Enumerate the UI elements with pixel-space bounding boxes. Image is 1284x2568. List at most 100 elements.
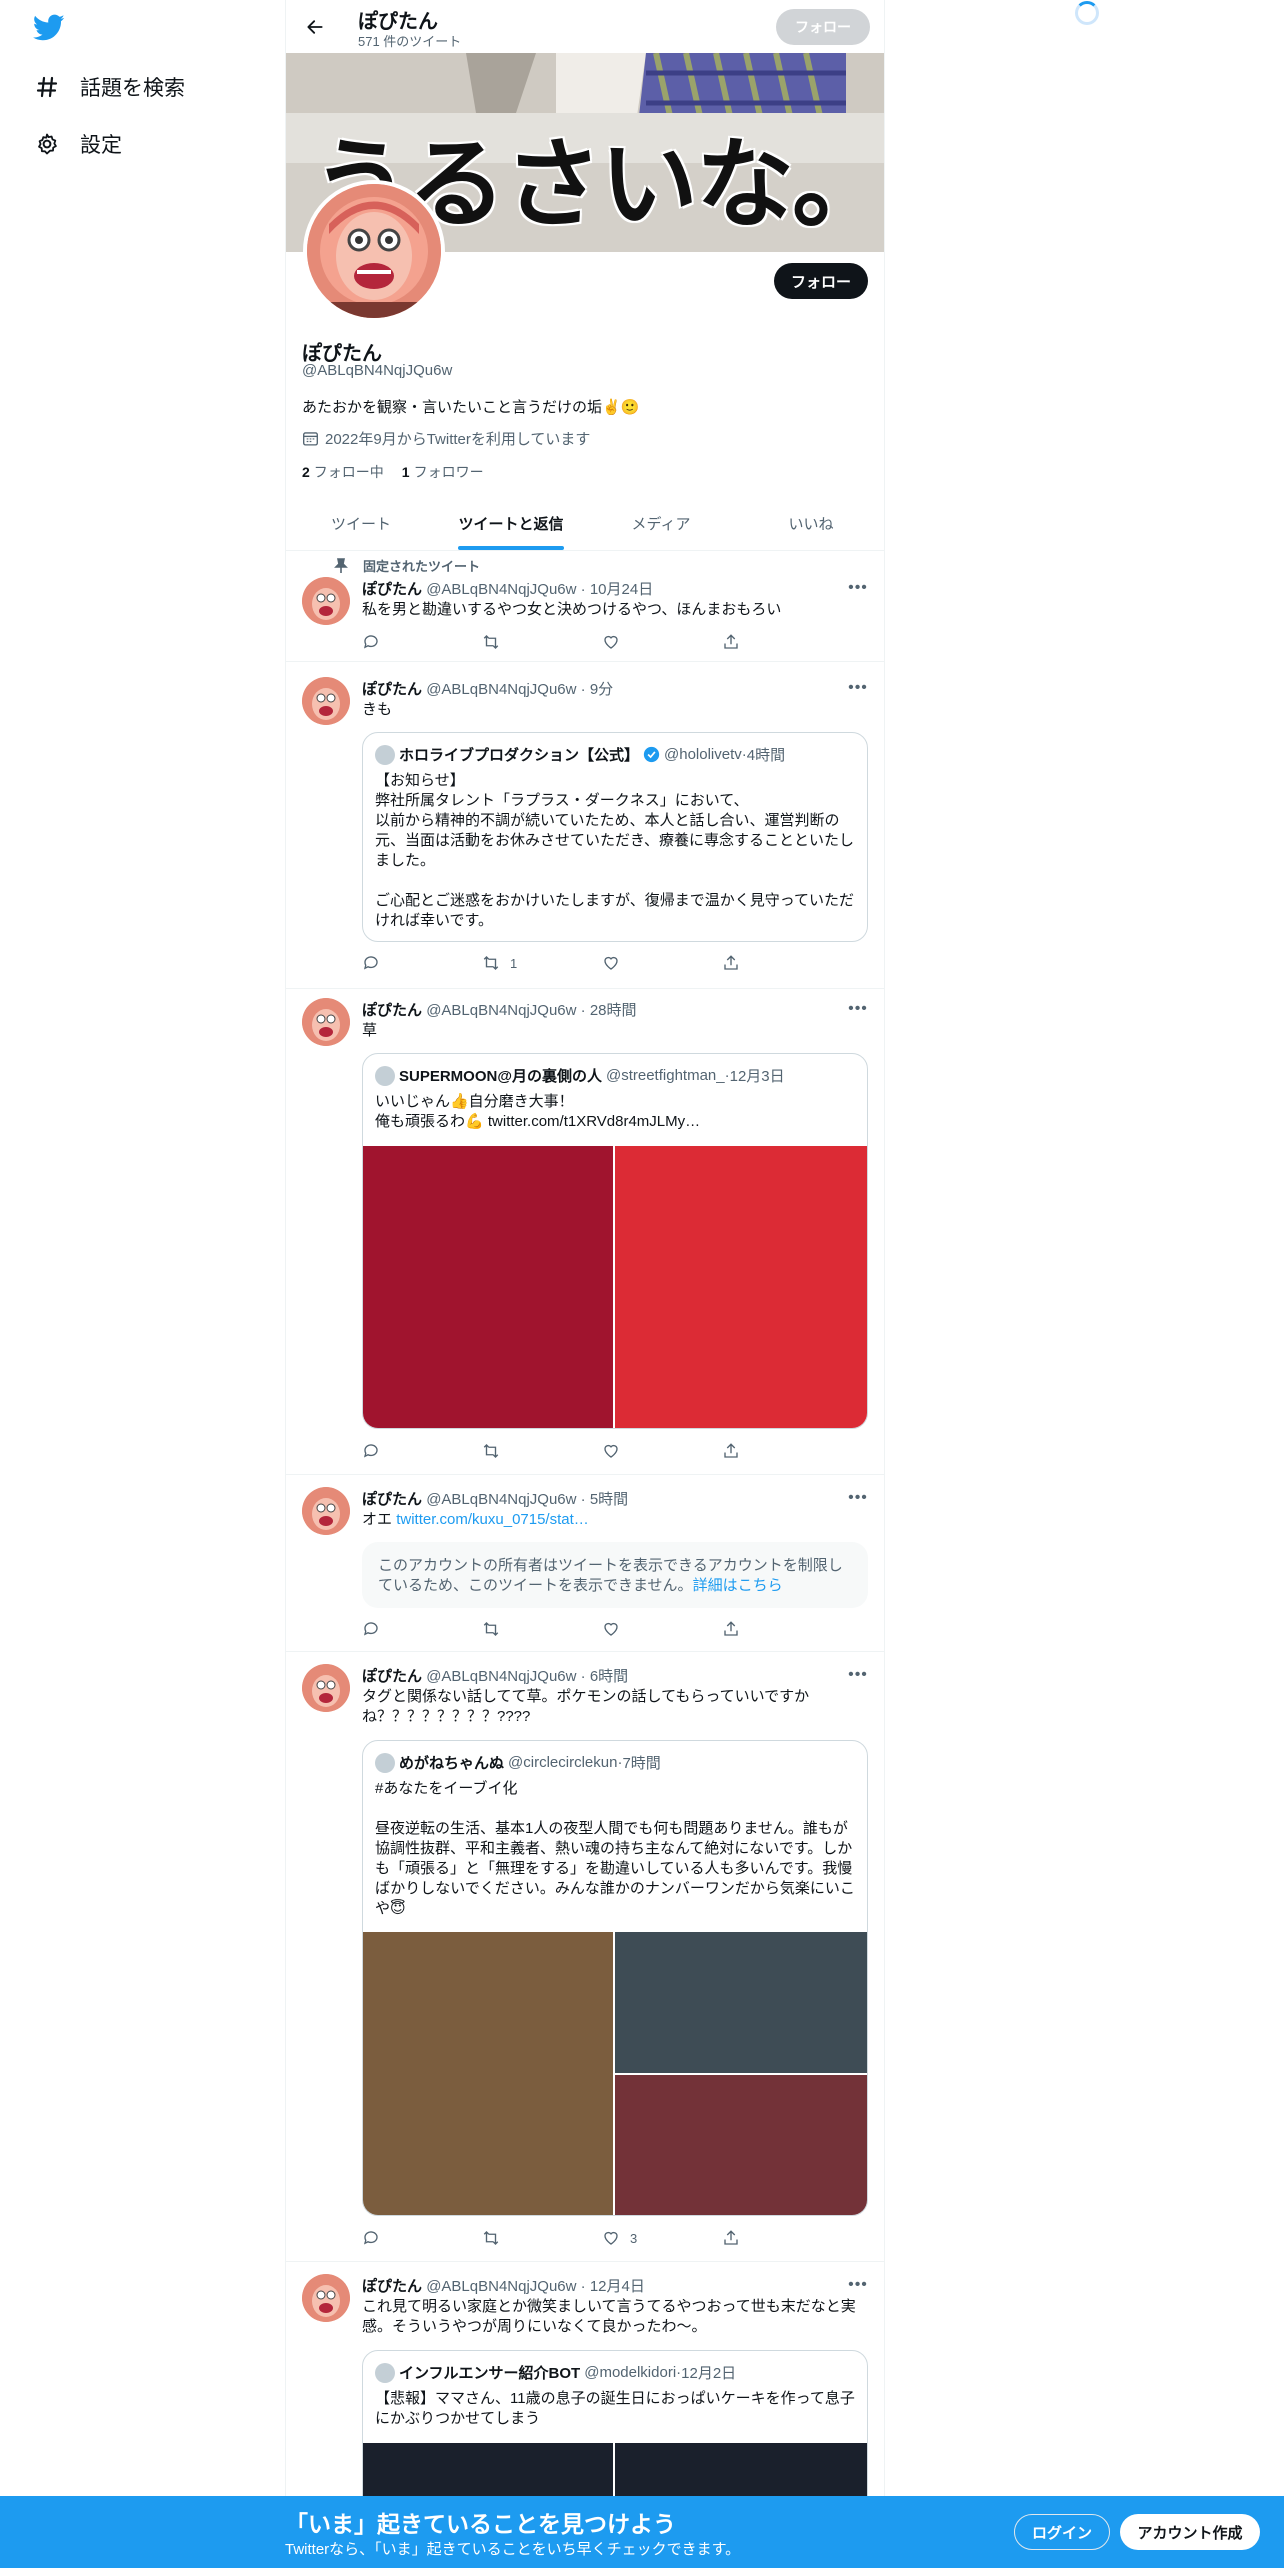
share-button[interactable] (722, 1619, 792, 1639)
reply-button[interactable] (362, 632, 432, 652)
twitter-bird-icon[interactable] (33, 14, 65, 42)
retweet-button[interactable] (482, 632, 552, 652)
profile-avatar[interactable] (303, 180, 445, 322)
quoted-media-image[interactable] (615, 1146, 867, 1428)
like-button[interactable] (602, 1441, 672, 1461)
tweet-text: オエ twitter.com/kuxu_0715/stat… (362, 1511, 589, 1528)
more-options-icon[interactable]: ••• (848, 578, 868, 598)
reply-icon (363, 1444, 378, 1458)
tweet-avatar[interactable] (302, 1664, 350, 1712)
header-tweet-count: 571 件のツイート (358, 34, 462, 49)
like-button[interactable] (602, 953, 672, 973)
share-button[interactable] (722, 2228, 792, 2248)
signup-banner: 「いま」起きていることを見つけよう Twitterなら、「いま」起きていることを… (0, 2496, 1284, 2568)
more-options-icon[interactable]: ••• (848, 1665, 868, 1685)
quoted-tweet-meta: SUPERMOON@月の裏側の人 @streetfightman_ · 12月3… (375, 1065, 785, 1086)
quoted-avatar (375, 1065, 395, 1086)
following-link[interactable]: 2 フォロー中 (302, 462, 384, 482)
tweet-avatar[interactable] (302, 1487, 350, 1535)
left-navigation: 話題を検索 設定 (0, 0, 285, 2568)
login-button[interactable]: ログイン (1014, 2514, 1110, 2550)
share-icon (724, 2230, 738, 2245)
quoted-tweet-text: いいじゃん👍自分磨き大事！ 俺も頑張るわ💪 twitter.com/t1XRVd… (375, 1093, 701, 1130)
retweet-button[interactable] (482, 2228, 552, 2248)
quoted-media-image[interactable] (363, 1932, 613, 2215)
tweet-actions (362, 632, 792, 652)
more-options-icon[interactable]: ••• (848, 678, 868, 698)
nav-settings-label: 設定 (80, 134, 122, 157)
retweet-button[interactable] (482, 1619, 552, 1639)
pin-icon (334, 557, 348, 573)
like-button[interactable] (602, 1619, 672, 1639)
tab-tweets[interactable]: ツイート (286, 497, 436, 550)
reply-button[interactable] (362, 953, 432, 973)
quoted-media-image[interactable] (363, 1146, 613, 1428)
tweet-meta: ぽぴたん @ABLqBN4NqjJQu6w · 5時間 (362, 1491, 629, 1508)
calendar-icon (303, 432, 318, 446)
quoted-tweet-meta: インフルエンサー紹介BOT @modelkidori · 12月2日 (375, 2362, 736, 2383)
verified-badge-icon (643, 746, 660, 763)
heart-icon (604, 635, 618, 649)
tweet-avatar[interactable] (302, 998, 350, 1046)
hashtag-icon (30, 70, 64, 104)
profile-follow-stats: 2 フォロー中 1 フォロワー (302, 462, 484, 482)
tab-tweets-and-replies[interactable]: ツイートと返信 (436, 497, 586, 550)
heart-icon (604, 1622, 618, 1636)
back-arrow-icon[interactable] (298, 10, 332, 44)
more-options-icon[interactable]: ••• (848, 2275, 868, 2295)
profile-column: ぽぴたん 571 件のツイート フォロー うるさいな。 フォロー ぽぴたん @A… (285, 0, 885, 2568)
profile-follow-button[interactable]: フォロー (774, 263, 868, 299)
share-button[interactable] (722, 632, 792, 652)
profile-handle: @ABLqBN4NqjJQu6w (302, 362, 453, 379)
retweet-icon (483, 1622, 499, 1636)
tweet-avatar[interactable] (302, 2274, 350, 2322)
quoted-tweet-meta: ホロライブプロダクション【公式】 @hololivetv · 4時間 (375, 744, 785, 765)
quoted-media-image[interactable] (615, 2075, 867, 2215)
tweet-meta: ぽぴたん @ABLqBN4NqjJQu6w · 9分 (362, 681, 614, 698)
tweet-text: 私を男と勘違いするやつ女と決めつけるやつ、ほんまおもろい (362, 601, 782, 618)
followers-link[interactable]: 1 フォロワー (402, 462, 484, 482)
quoted-tweet[interactable]: SUPERMOON@月の裏側の人 @streetfightman_ · 12月3… (362, 1053, 868, 1429)
retweet-icon (483, 956, 499, 970)
reply-icon (363, 2231, 378, 2245)
quoted-media-image[interactable] (615, 1932, 867, 2073)
nav-settings[interactable]: 設定 (30, 120, 122, 168)
heart-icon (604, 1444, 618, 1458)
tweet-avatar[interactable] (302, 577, 350, 625)
share-button[interactable] (722, 1441, 792, 1461)
quoted-tweet[interactable]: めがねちゃんぬ @circlecirclekun · 7時間 #あなたをイーブイ… (362, 1740, 868, 2216)
share-button[interactable] (722, 953, 792, 973)
quoted-avatar (375, 2362, 395, 2383)
tweet-avatar[interactable] (302, 677, 350, 725)
unavailable-tweet-notice: このアカウントの所有者はツイートを表示できるアカウントを制限しているため、このツ… (362, 1542, 868, 1608)
like-button[interactable] (602, 632, 672, 652)
reply-icon (363, 1622, 378, 1636)
header-follow-button[interactable]: フォロー (776, 9, 870, 45)
reply-button[interactable] (362, 1619, 432, 1639)
learn-more-link[interactable]: 詳細はこちら (693, 1577, 783, 1594)
quoted-avatar (375, 1752, 395, 1773)
more-options-icon[interactable]: ••• (848, 999, 868, 1019)
tweet-actions: 3 (362, 2228, 792, 2248)
pinned-label: 固定されたツイート (333, 556, 480, 575)
tab-likes[interactable]: いいね (736, 497, 884, 550)
retweet-icon (483, 635, 499, 649)
more-options-icon[interactable]: ••• (848, 1488, 868, 1508)
retweet-button[interactable] (482, 1441, 552, 1461)
nav-explore[interactable]: 話題を検索 (30, 63, 185, 111)
quoted-tweet[interactable]: ホロライブプロダクション【公式】 @hololivetv · 4時間 【お知らせ… (362, 732, 868, 942)
tweet-meta: ぽぴたん @ABLqBN4NqjJQu6w · 12月4日 (362, 2278, 645, 2295)
signup-button[interactable]: アカウント作成 (1120, 2514, 1260, 2550)
retweet-button[interactable]: 1 (482, 953, 552, 973)
tab-media[interactable]: メディア (586, 497, 736, 550)
tweet-actions (362, 1441, 792, 1461)
heart-icon (604, 956, 618, 970)
share-icon (724, 634, 738, 649)
profile-joined-text: 2022年9月からTwitterを利用しています (325, 431, 591, 448)
tweet-link[interactable]: twitter.com/kuxu_0715/stat… (396, 1511, 589, 1528)
reply-button[interactable] (362, 2228, 432, 2248)
tweet-meta: ぽぴたん @ABLqBN4NqjJQu6w · 28時間 (362, 1002, 637, 1019)
like-button[interactable]: 3 (602, 2228, 672, 2248)
tweet-meta: ぽぴたん @ABLqBN4NqjJQu6w · 10月24日 (362, 581, 654, 598)
reply-button[interactable] (362, 1441, 432, 1461)
